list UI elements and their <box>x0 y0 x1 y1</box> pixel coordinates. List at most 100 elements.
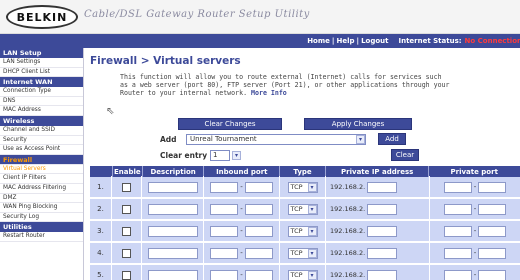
add-service-select[interactable]: Unreal Tournament ▾ <box>186 133 366 145</box>
help-link[interactable]: Help <box>336 37 354 45</box>
chevron-down-icon[interactable]: ▾ <box>356 134 365 144</box>
private-ip-input[interactable] <box>367 247 398 259</box>
private-ip-cell: 192.168.2. <box>326 264 430 280</box>
description-input[interactable] <box>147 269 198 280</box>
inbound-port-start-input[interactable] <box>210 225 239 237</box>
inbound-port-end-input[interactable] <box>244 225 273 237</box>
row-number-cell: 1. <box>90 176 112 198</box>
sidebar-item-security-log[interactable]: Security Log <box>0 213 83 223</box>
sidebar-item-lan-settings[interactable]: LAN Settings <box>0 58 83 68</box>
inbound-port-end-input[interactable] <box>244 203 273 215</box>
apply-changes-button[interactable]: Apply Changes <box>304 118 412 130</box>
private-ip-input[interactable] <box>367 269 398 280</box>
page-description: This function will allow you to route ex… <box>120 73 450 97</box>
private-port-start-input[interactable] <box>443 181 472 193</box>
ip-prefix: 192.168.2. <box>330 249 366 257</box>
chevron-down-icon[interactable]: ▾ <box>307 182 317 192</box>
protocol-select[interactable]: TCP ▾ <box>287 247 318 259</box>
private-port-end-input[interactable] <box>478 225 507 237</box>
private-ip-input[interactable] <box>367 181 398 193</box>
home-link[interactable]: Home <box>307 37 330 45</box>
protocol-select[interactable]: TCP ▾ <box>287 269 318 280</box>
sidebar-item-restart-router[interactable]: Restart Router <box>0 232 83 242</box>
enable-checkbox[interactable] <box>122 182 131 192</box>
row-number-cell: 2. <box>90 198 112 220</box>
private-port-end-input[interactable] <box>478 181 507 193</box>
inbound-port-start-input[interactable] <box>210 269 239 280</box>
clear-entry-select[interactable]: 1 <box>210 149 230 161</box>
sidebar-item-connection-type[interactable]: Connection Type <box>0 87 83 97</box>
private-ip-input[interactable] <box>367 225 398 237</box>
private-port-end-input[interactable] <box>478 269 507 280</box>
enable-checkbox[interactable] <box>122 270 131 280</box>
main-content: Firewall > Virtual servers This function… <box>90 50 518 97</box>
clear-entry-row: Clear entry 1 ▾ Clear <box>160 149 419 161</box>
virtual-servers-table: Enable Description Inbound port Type Pri… <box>90 166 520 280</box>
more-info-link[interactable]: More Info <box>251 89 287 97</box>
clear-button[interactable]: Clear <box>391 149 419 161</box>
protocol-select[interactable]: TCP ▾ <box>287 225 318 237</box>
belkin-logo: BELKIN <box>6 5 78 29</box>
private-ip-input[interactable] <box>367 203 398 215</box>
sidebar-item-wan-ping-blocking[interactable]: WAN Ping Blocking <box>0 203 83 213</box>
ip-prefix: 192.168.2. <box>330 227 366 235</box>
inbound-port-cell: - <box>204 176 280 198</box>
protocol-select[interactable]: TCP ▾ <box>287 203 318 215</box>
sidebar-item-client-ip-filters[interactable]: Client IP Filters <box>0 174 83 184</box>
row-number: 1. <box>97 183 104 191</box>
description-input[interactable] <box>147 225 198 237</box>
description-input[interactable] <box>147 181 198 193</box>
enable-checkbox[interactable] <box>122 248 131 258</box>
inbound-port-end-input[interactable] <box>244 247 273 259</box>
sidebar-section-internet-wan[interactable]: Internet WAN <box>0 77 83 88</box>
inbound-port-end-input[interactable] <box>244 269 273 280</box>
private-port-start-input[interactable] <box>443 269 472 280</box>
sidebar-item-virtual-servers[interactable]: Virtual Servers <box>0 165 83 175</box>
internet-status-value: No Connection <box>464 37 520 45</box>
sidebar-item-dns[interactable]: DNS <box>0 97 83 107</box>
add-button[interactable]: Add <box>378 133 406 145</box>
enable-checkbox[interactable] <box>122 226 131 236</box>
inbound-port-start-input[interactable] <box>210 203 239 215</box>
sidebar-item-security[interactable]: Security <box>0 136 83 146</box>
clear-changes-button[interactable]: Clear Changes <box>178 118 282 130</box>
description-input[interactable] <box>147 247 198 259</box>
logout-link[interactable]: Logout <box>361 37 388 45</box>
chevron-down-icon[interactable]: ▾ <box>307 226 317 236</box>
inbound-port-start-input[interactable] <box>210 181 239 193</box>
separator: | <box>331 37 335 45</box>
chevron-down-icon[interactable]: ▾ <box>307 270 317 280</box>
port-range-dash: - <box>240 249 243 257</box>
type-cell: TCP ▾ <box>280 198 326 220</box>
inbound-port-start-input[interactable] <box>210 247 239 259</box>
private-port-start-input[interactable] <box>443 203 472 215</box>
sidebar-section-firewall[interactable]: Firewall <box>0 154 83 165</box>
chevron-down-icon[interactable]: ▾ <box>307 204 317 214</box>
sidebar-section-wireless[interactable]: Wireless <box>0 115 83 126</box>
sidebar-item-mac-filtering[interactable]: MAC Address Filtering <box>0 184 83 194</box>
sidebar-item-access-point[interactable]: Use as Access Point <box>0 145 83 155</box>
enable-cell <box>112 176 142 198</box>
sidebar-item-mac-address[interactable]: MAC Address <box>0 106 83 116</box>
private-port-start-input[interactable] <box>443 225 472 237</box>
protocol-selected: TCP <box>290 271 303 279</box>
clear-entry-selected: 1 <box>213 151 218 159</box>
table-row: 1. - TCP ▾ 192.168.2. - <box>90 176 520 199</box>
enable-checkbox[interactable] <box>122 204 131 214</box>
sidebar-item-channel-ssid[interactable]: Channel and SSID <box>0 126 83 136</box>
private-ip-cell: 192.168.2. <box>326 176 430 198</box>
sidebar-item-dmz[interactable]: DMZ <box>0 194 83 204</box>
enable-cell <box>112 220 142 242</box>
private-port-end-input[interactable] <box>478 247 507 259</box>
private-port-end-input[interactable] <box>478 203 507 215</box>
private-port-cell: - <box>430 220 520 242</box>
sidebar-section-utilities[interactable]: Utilities <box>0 222 83 233</box>
protocol-select[interactable]: TCP ▾ <box>287 181 318 193</box>
private-port-start-input[interactable] <box>443 247 472 259</box>
chevron-down-icon[interactable]: ▾ <box>307 248 317 258</box>
chevron-down-icon[interactable]: ▾ <box>232 150 241 160</box>
description-input[interactable] <box>147 203 198 215</box>
sidebar-item-dhcp-client-list[interactable]: DHCP Client List <box>0 68 83 78</box>
inbound-port-end-input[interactable] <box>244 181 273 193</box>
sidebar-section-lan-setup[interactable]: LAN Setup <box>0 48 83 58</box>
